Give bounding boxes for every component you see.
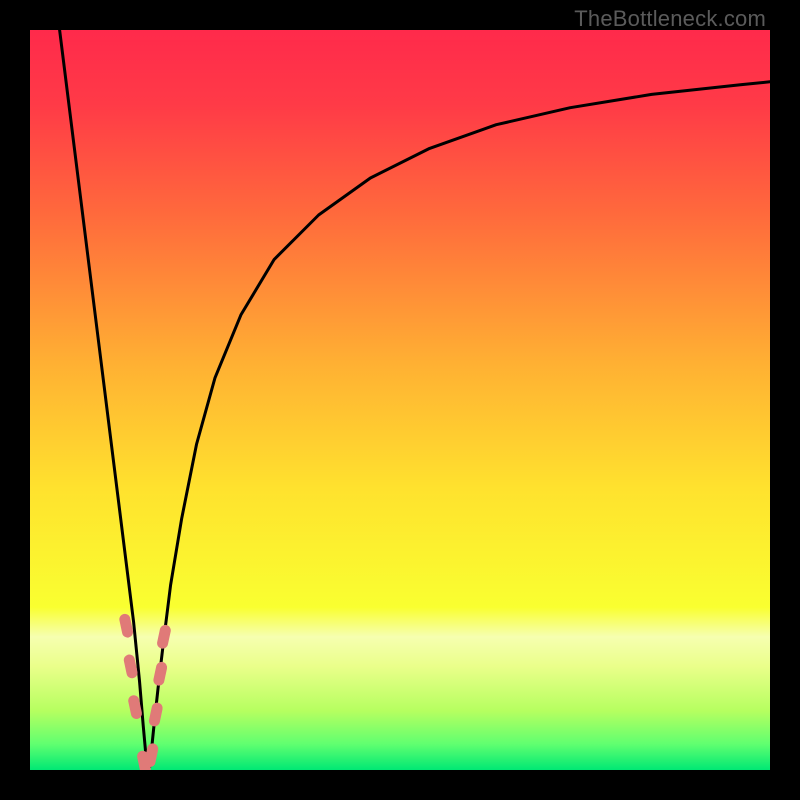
accent-dash <box>163 630 166 643</box>
curve-right-branch <box>150 82 770 767</box>
accent-dash <box>129 660 132 673</box>
curve-layer <box>30 30 770 770</box>
watermark-text: TheBottleneck.com <box>574 6 766 32</box>
accent-dash <box>154 708 157 721</box>
accent-dash <box>134 701 137 714</box>
accent-dash <box>125 619 128 632</box>
accent-dash <box>159 667 162 680</box>
curve-left-branch <box>60 30 147 766</box>
plot-area <box>30 30 770 770</box>
accent-dash <box>150 749 153 762</box>
chart-frame: TheBottleneck.com <box>0 0 800 800</box>
